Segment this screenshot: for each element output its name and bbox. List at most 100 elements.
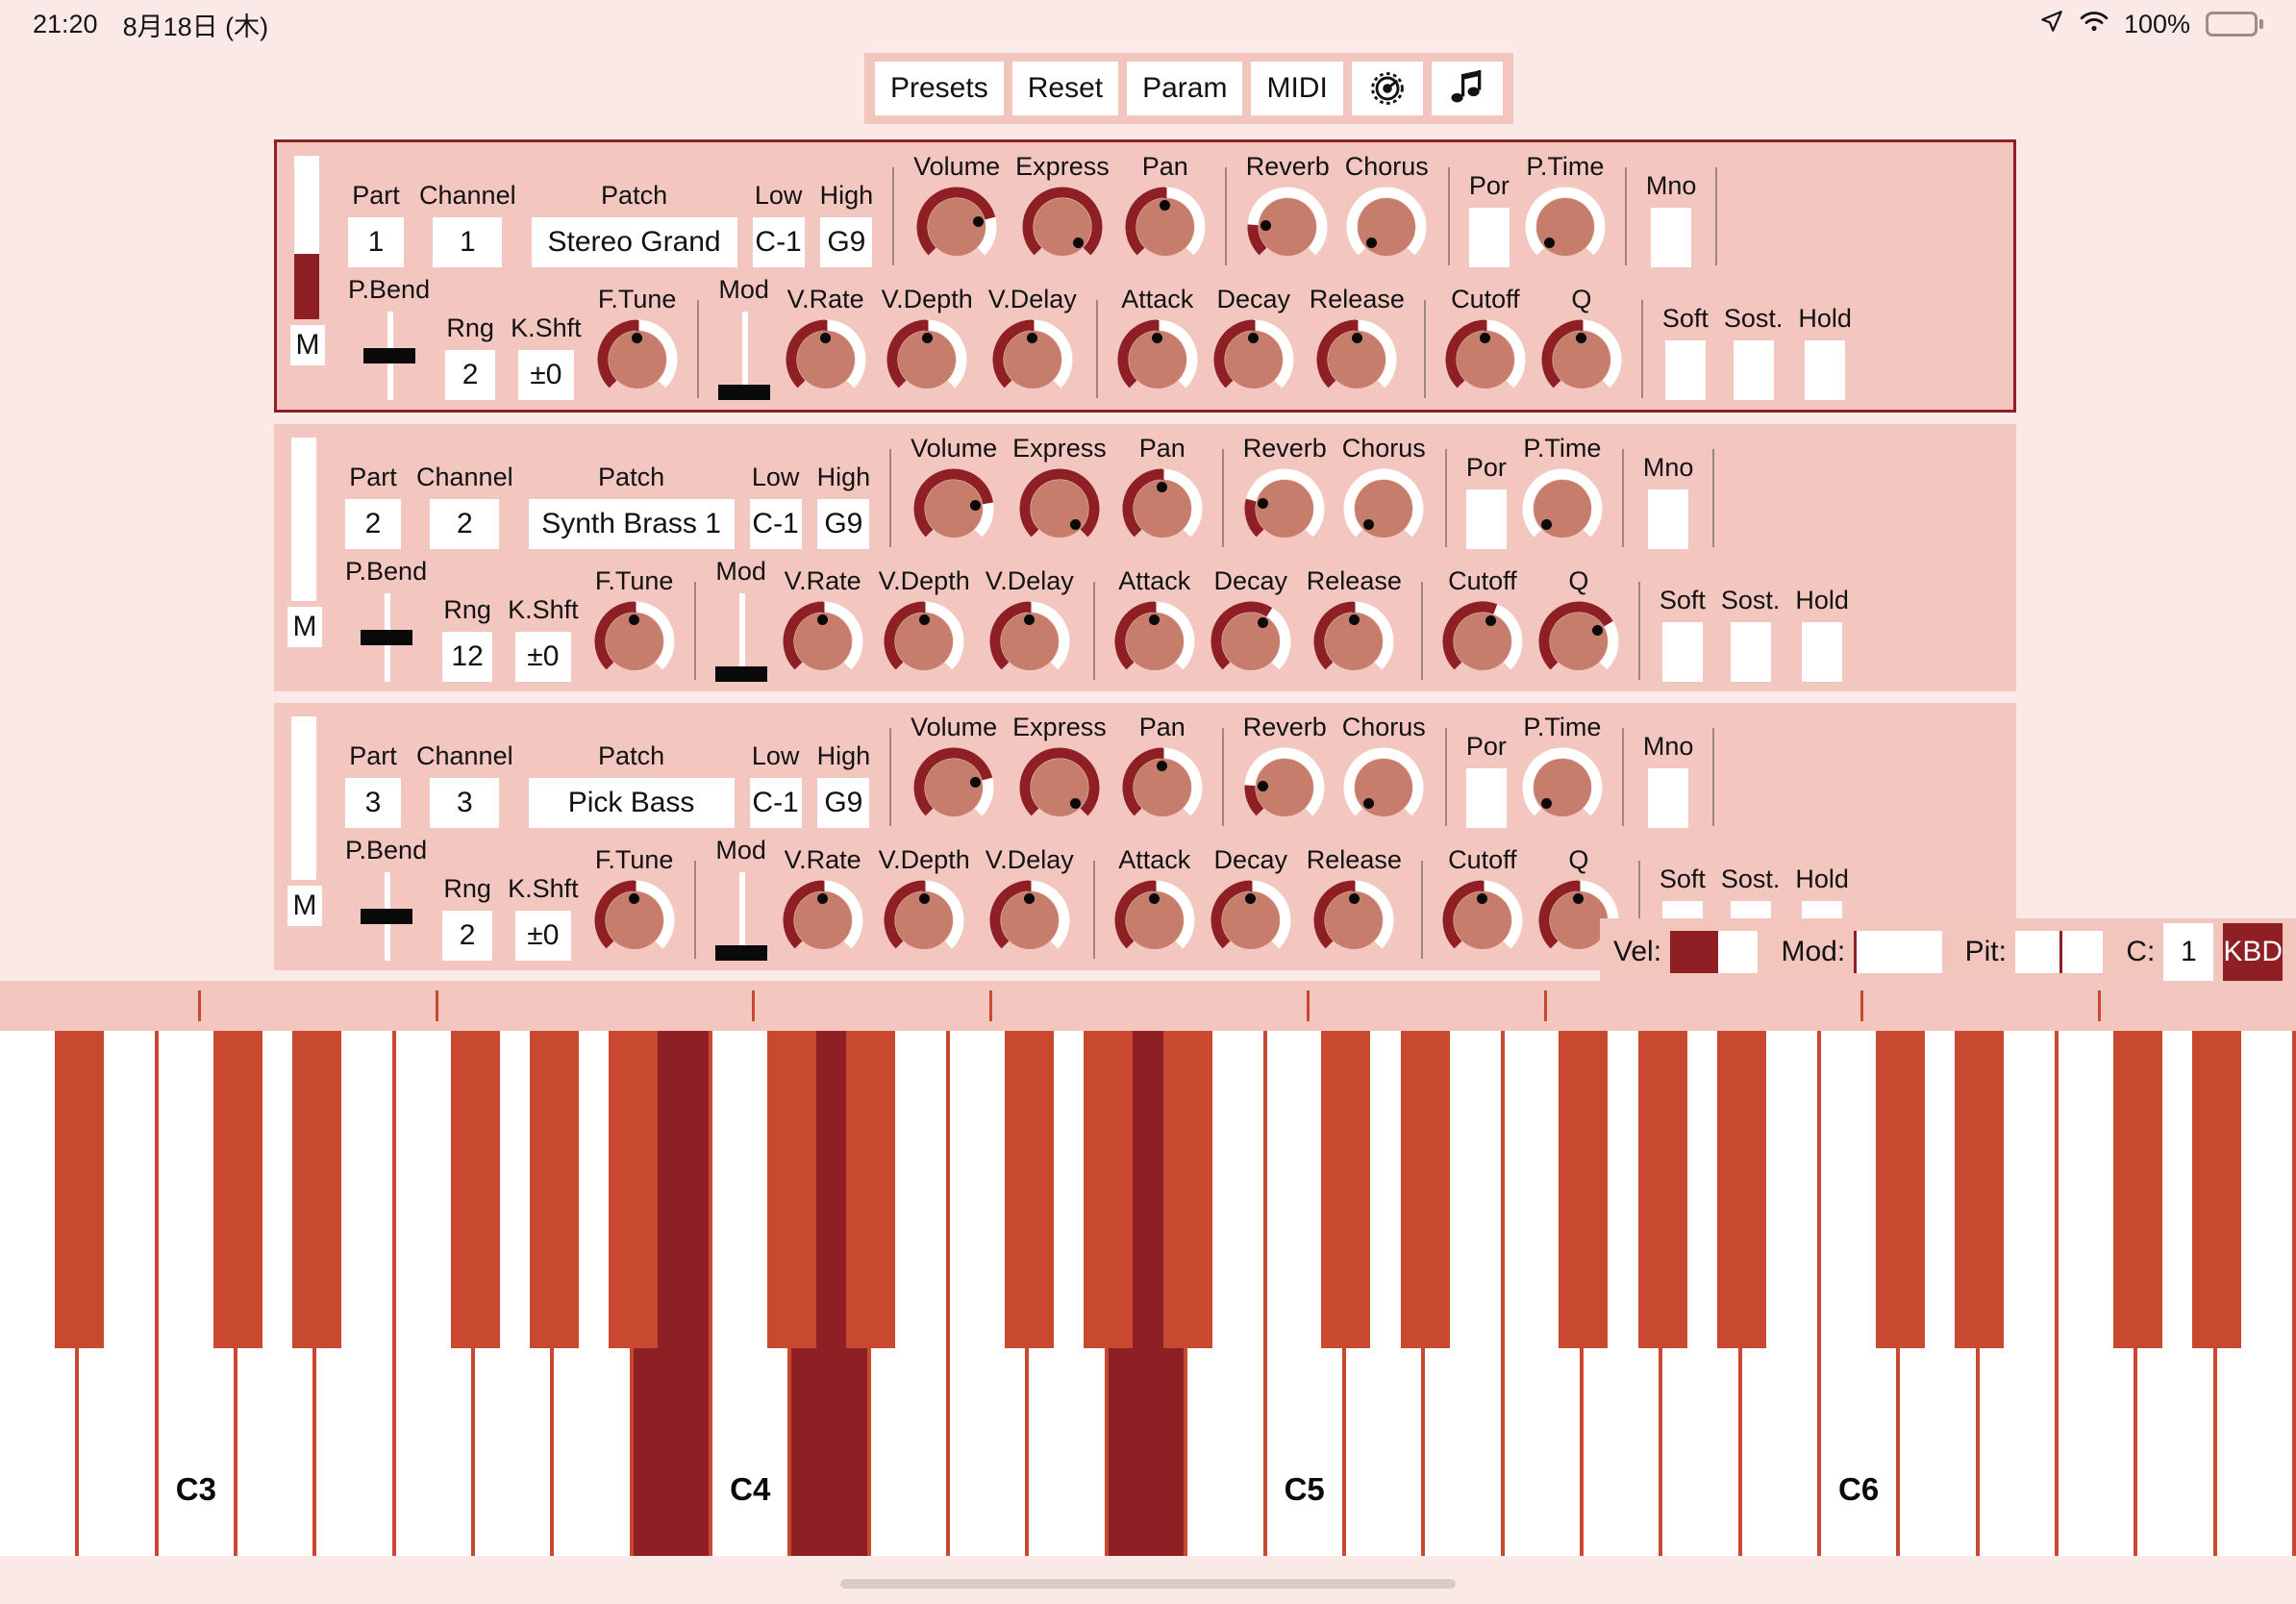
decay-knob[interactable] xyxy=(1213,319,1294,400)
black-key-D#6[interactable] xyxy=(1955,1031,2005,1348)
low-key-field[interactable]: C-1 xyxy=(749,499,802,549)
vibrato-depth-knob[interactable] xyxy=(884,880,964,961)
chorus-knob[interactable] xyxy=(1346,187,1427,267)
channel-field[interactable]: 3 xyxy=(430,778,500,828)
key-shift-field[interactable]: ±0 xyxy=(514,632,571,682)
decay-knob[interactable] xyxy=(1210,880,1291,961)
volume-knob[interactable] xyxy=(913,747,994,828)
pitch-bend-slider[interactable] xyxy=(360,593,412,682)
mod-slider[interactable] xyxy=(1854,931,1942,973)
channel-field[interactable]: 1 xyxy=(433,217,503,267)
volume-knob[interactable] xyxy=(916,187,997,267)
pan-knob[interactable] xyxy=(1122,747,1203,828)
part-panel-1[interactable]: M Part 1 Channel 1 Patch Stereo Grand Low C-1 Hig… xyxy=(274,139,2016,413)
black-key-D#4[interactable] xyxy=(846,1031,896,1348)
vel-slider[interactable] xyxy=(1670,931,1759,973)
low-key-field[interactable]: C-1 xyxy=(749,778,802,828)
attack-knob[interactable] xyxy=(1114,601,1195,682)
param-button[interactable]: Param xyxy=(1127,62,1243,115)
bend-range-field[interactable]: 2 xyxy=(442,911,493,961)
modulation-slider[interactable] xyxy=(714,593,767,682)
black-key-F#5[interactable] xyxy=(1559,1031,1609,1348)
soft-pedal-toggle[interactable] xyxy=(1661,622,1703,682)
cutoff-knob[interactable] xyxy=(1442,880,1523,961)
patch-field[interactable]: Pick Bass xyxy=(528,778,735,828)
channel-field[interactable]: 2 xyxy=(430,499,500,549)
vibrato-rate-knob[interactable] xyxy=(786,319,866,400)
high-key-field[interactable]: G9 xyxy=(817,778,870,828)
black-key-C#4[interactable] xyxy=(766,1031,816,1348)
pitch-bend-slider[interactable] xyxy=(362,312,415,400)
patch-field[interactable]: Synth Brass 1 xyxy=(528,499,735,549)
black-key-G#5[interactable] xyxy=(1637,1031,1687,1348)
black-key-G#6[interactable] xyxy=(2192,1031,2242,1348)
black-key-C#3[interactable] xyxy=(212,1031,262,1348)
resonance-knob[interactable] xyxy=(1541,319,1622,400)
portamento-toggle[interactable] xyxy=(1468,208,1510,267)
key-shift-field[interactable]: ±0 xyxy=(517,350,574,400)
black-key-A#2[interactable] xyxy=(54,1031,104,1348)
pan-knob[interactable] xyxy=(1125,187,1206,267)
attack-knob[interactable] xyxy=(1114,880,1195,961)
vibrato-depth-knob[interactable] xyxy=(884,601,964,682)
chorus-knob[interactable] xyxy=(1343,468,1424,549)
reverb-knob[interactable] xyxy=(1244,468,1325,549)
sostenuto-pedal-toggle[interactable] xyxy=(1730,622,1771,682)
reverb-knob[interactable] xyxy=(1244,747,1325,828)
fine-tune-knob[interactable] xyxy=(594,880,675,961)
black-key-D#3[interactable] xyxy=(291,1031,341,1348)
vibrato-rate-knob[interactable] xyxy=(783,601,863,682)
release-knob[interactable] xyxy=(1313,601,1394,682)
chorus-knob[interactable] xyxy=(1343,747,1424,828)
part-panel-2[interactable]: M Part 2 Channel 2 Patch Synth Brass 1 Low C-1 Hi… xyxy=(274,424,2016,691)
pan-knob[interactable] xyxy=(1122,468,1203,549)
resonance-knob[interactable] xyxy=(1538,601,1619,682)
release-knob[interactable] xyxy=(1313,880,1394,961)
kbd-button[interactable]: KBD xyxy=(2223,923,2283,981)
black-key-C#6[interactable] xyxy=(1875,1031,1925,1348)
reset-button[interactable]: Reset xyxy=(1011,62,1119,115)
attack-knob[interactable] xyxy=(1117,319,1198,400)
black-key-G#4[interactable] xyxy=(1084,1031,1134,1348)
high-key-field[interactable]: G9 xyxy=(820,217,873,267)
portamento-time-knob[interactable] xyxy=(1525,187,1606,267)
vibrato-rate-knob[interactable] xyxy=(783,880,863,961)
black-key-C#5[interactable] xyxy=(1321,1031,1371,1348)
express-knob[interactable] xyxy=(1019,468,1100,549)
reverb-knob[interactable] xyxy=(1247,187,1328,267)
music-note-icon[interactable] xyxy=(1431,62,1503,115)
express-knob[interactable] xyxy=(1022,187,1103,267)
hold-pedal-toggle[interactable] xyxy=(1802,622,1843,682)
low-key-field[interactable]: C-1 xyxy=(752,217,805,267)
fine-tune-knob[interactable] xyxy=(594,601,675,682)
vibrato-delay-knob[interactable] xyxy=(989,601,1070,682)
mono-toggle[interactable] xyxy=(1648,489,1689,549)
pitch-bend-slider[interactable] xyxy=(360,872,412,961)
midi-button[interactable]: MIDI xyxy=(1251,62,1343,115)
hold-pedal-toggle[interactable] xyxy=(1805,340,1846,400)
vibrato-delay-knob[interactable] xyxy=(989,880,1070,961)
vibrato-delay-knob[interactable] xyxy=(992,319,1073,400)
part-number-field[interactable]: 3 xyxy=(345,778,401,828)
home-indicator[interactable] xyxy=(840,1579,1456,1589)
mute-button[interactable]: M xyxy=(287,607,322,647)
black-key-F#6[interactable] xyxy=(2112,1031,2162,1348)
black-key-G#3[interactable] xyxy=(529,1031,579,1348)
mono-toggle[interactable] xyxy=(1648,768,1689,828)
decay-knob[interactable] xyxy=(1210,601,1291,682)
black-key-D#5[interactable] xyxy=(1400,1031,1450,1348)
patch-field[interactable]: Stereo Grand xyxy=(531,217,737,267)
bend-range-field[interactable]: 12 xyxy=(442,632,493,682)
portamento-toggle[interactable] xyxy=(1465,489,1507,549)
modulation-slider[interactable] xyxy=(717,312,770,400)
c-value-field[interactable]: 1 xyxy=(2163,923,2214,981)
mute-button[interactable]: M xyxy=(290,325,325,365)
high-key-field[interactable]: G9 xyxy=(817,499,870,549)
portamento-time-knob[interactable] xyxy=(1522,747,1603,828)
mute-button[interactable]: M xyxy=(287,886,322,926)
modulation-slider[interactable] xyxy=(714,872,767,961)
mono-toggle[interactable] xyxy=(1651,208,1692,267)
volume-knob[interactable] xyxy=(913,468,994,549)
presets-button[interactable]: Presets xyxy=(875,62,1004,115)
gear-icon[interactable] xyxy=(1351,62,1423,115)
